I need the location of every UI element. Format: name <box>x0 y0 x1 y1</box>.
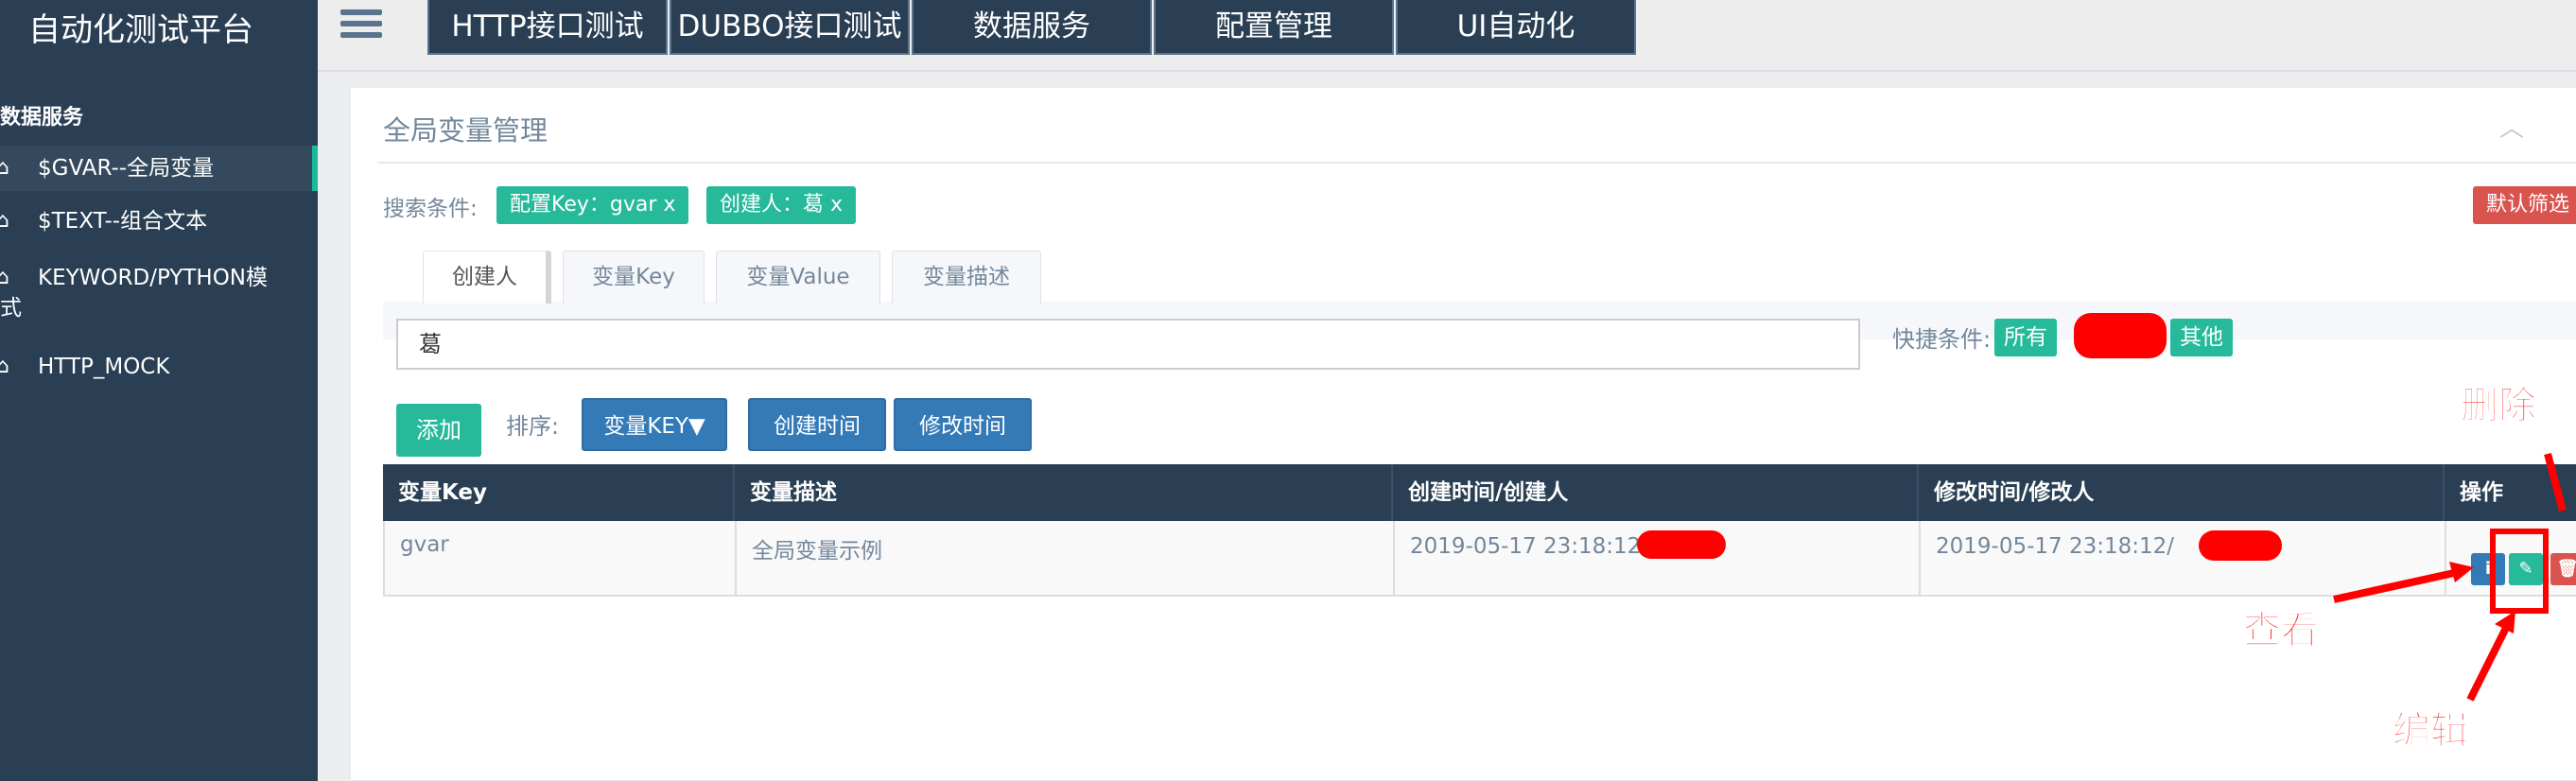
annotation-edit: 编辑 <box>2393 709 2469 754</box>
trash-icon[interactable]: 🗑 <box>2550 553 2576 585</box>
sidebar-item-label: HTTP_MOCK <box>38 355 170 379</box>
filter-chip-key[interactable]: 配置Key：gvar x <box>496 186 689 224</box>
cell-modified-text: 2019-05-17 23:18:12/ <box>1936 534 2175 559</box>
panel-title: 全局变量管理 <box>383 114 548 147</box>
sidebar-section-title: 数据服务 <box>0 106 84 130</box>
sidebar-item-label: KEYWORD/PYTHON模 <box>38 266 269 290</box>
panel-divider <box>377 162 2576 164</box>
cell-key: gvar <box>385 521 737 595</box>
col-header-actions: 操作 <box>2460 480 2503 505</box>
tab-var-key[interactable]: 变量Key <box>563 251 705 304</box>
app-title[interactable]: 自动化测试平台 <box>0 0 318 66</box>
col-header-key[interactable]: 变量Key <box>383 464 735 521</box>
tab-var-value[interactable]: 变量Value <box>716 251 880 304</box>
home-icon: ⌂ <box>0 355 9 378</box>
sort-label: 排序: <box>506 413 560 440</box>
sidebar-item-gvar[interactable]: ⌂ $GVAR--全局变量 <box>0 146 318 191</box>
redaction-mark <box>2074 313 2167 358</box>
quick-other-button[interactable]: 其他 <box>2170 319 2233 356</box>
redaction-mark <box>1637 530 1726 559</box>
menu-icon[interactable] <box>340 9 382 47</box>
sidebar-item-http-mock[interactable]: ⌂ HTTP_MOCK <box>0 352 318 382</box>
redaction-mark <box>2199 530 2282 561</box>
add-button[interactable]: 添加 <box>396 404 481 457</box>
creator-filter-input[interactable]: 葛 <box>396 319 1860 370</box>
sidebar-item-text[interactable]: ⌂ $TEXT--组合文本 <box>0 206 318 236</box>
filter-chip-creator[interactable]: 创建人：葛 x <box>706 186 857 224</box>
home-icon: ⌂ <box>0 209 9 233</box>
nav-data-service[interactable]: 数据服务 <box>912 0 1152 55</box>
edit-icon[interactable]: ✎ <box>2509 553 2543 585</box>
col-header-created[interactable]: 创建时间/创建人 <box>1393 464 1919 521</box>
cell-modified: 2019-05-17 23:18:12/ <box>1921 521 2446 595</box>
sidebar-item-label: $GVAR--全局变量 <box>38 156 215 181</box>
sidebar-item-label-tail: 式 <box>0 296 22 321</box>
nav-config[interactable]: 配置管理 <box>1154 0 1394 55</box>
table-header: 变量Key 变量描述 创建时间/创建人 修改时间/修改人 操作 <box>383 464 2576 521</box>
quick-conditions-label: 快捷条件: <box>1892 326 1992 353</box>
home-icon: ⌂ <box>0 266 9 289</box>
nav-ui-auto[interactable]: UI自动化 <box>1396 0 1636 55</box>
sort-by-key-button[interactable]: 变量KEY▼ <box>582 398 727 451</box>
default-filter-button[interactable]: 默认筛选 <box>2473 186 2576 224</box>
home-icon: ⌂ <box>0 156 9 180</box>
tab-creator[interactable]: 创建人 <box>423 251 551 304</box>
sort-by-created-button[interactable]: 创建时间 <box>748 398 886 451</box>
sidebar-item-keyword[interactable]: ⌂ KEYWORD/PYTHON模 式 <box>0 263 318 325</box>
search-conditions-label: 搜索条件: <box>383 197 478 221</box>
table-row[interactable]: gvar 全局变量示例 2019-05-17 23:18:12/ 2019-05… <box>383 521 2576 597</box>
quick-all-button[interactable]: 所有 <box>1994 319 2057 356</box>
tab-var-desc[interactable]: 变量描述 <box>892 251 1041 304</box>
chevron-up-icon[interactable]: ︿ <box>2499 109 2524 144</box>
col-header-modified[interactable]: 修改时间/修改人 <box>1919 464 2445 521</box>
cell-created-text: 2019-05-17 23:18:12/ <box>1410 534 1649 559</box>
nav-dubbo-test[interactable]: DUBBO接口测试 <box>670 0 910 55</box>
sidebar-item-label: $TEXT--组合文本 <box>38 209 208 234</box>
sort-by-modified-button[interactable]: 修改时间 <box>894 398 1032 451</box>
gvar-panel: 全局变量管理 ︿ 搜索条件: 配置Key：gvar x 创建人：葛 x 默认筛选… <box>350 87 2576 781</box>
col-header-desc[interactable]: 变量描述 <box>735 464 1393 521</box>
annotation-view: 查看 <box>2243 609 2320 653</box>
annotation-delete: 删除 <box>2461 384 2537 428</box>
cell-desc: 全局变量示例 <box>737 521 1395 595</box>
nav-http-test[interactable]: HTTP接口测试 <box>427 0 668 55</box>
info-icon[interactable]: i <box>2471 553 2505 585</box>
sidebar: 自动化测试平台 数据服务 ⌂ $GVAR--全局变量 ⌂ $TEXT--组合文本… <box>0 0 318 781</box>
